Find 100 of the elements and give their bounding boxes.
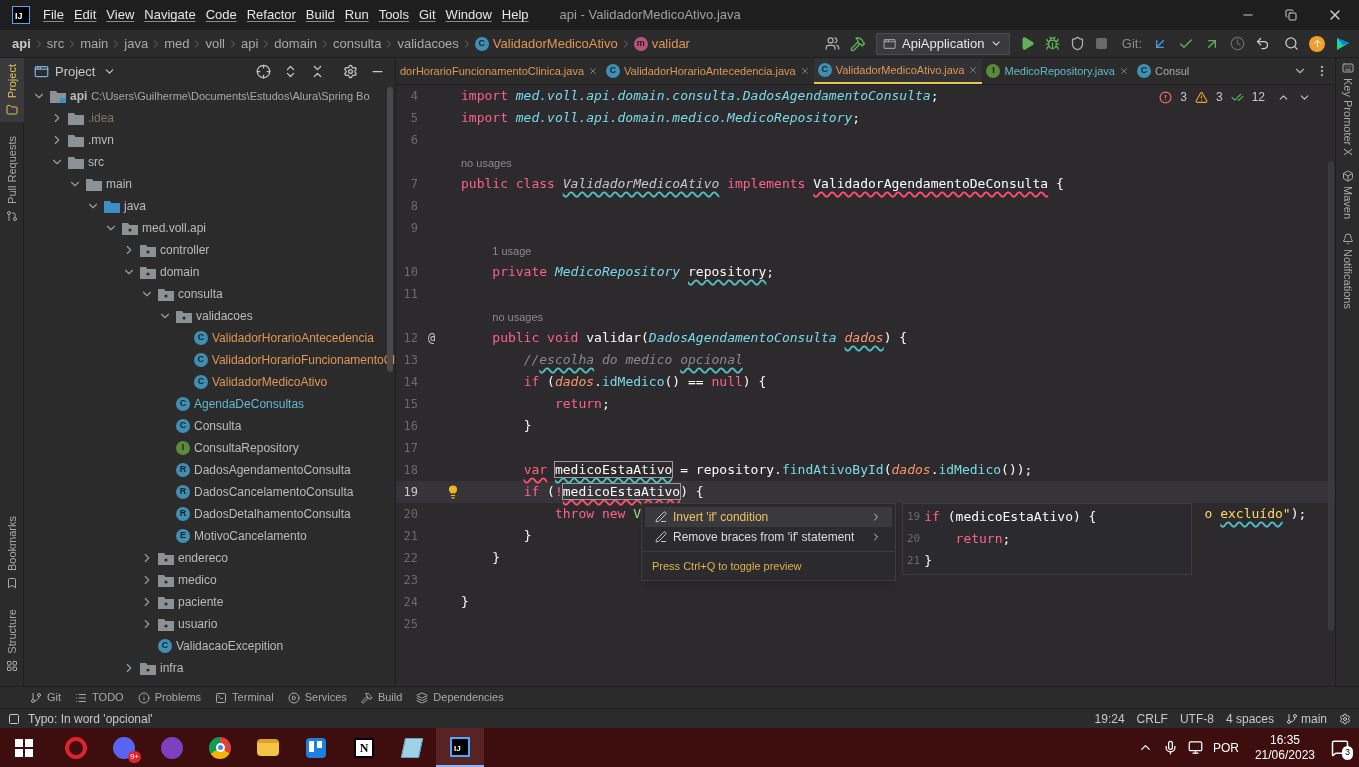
menu-item[interactable]: Refactor xyxy=(241,5,301,25)
microphone-icon[interactable] xyxy=(1162,740,1178,755)
breadcrumb[interactable]: consulta xyxy=(333,33,382,54)
line-separator[interactable]: CRLF xyxy=(1136,709,1168,728)
hammer-icon[interactable] xyxy=(849,35,866,52)
tree-item[interactable]: infra xyxy=(160,659,184,677)
network-icon[interactable] xyxy=(1187,740,1203,755)
tree-item[interactable]: controller xyxy=(160,241,210,259)
tree-item[interactable]: MotivoCancelamento xyxy=(194,527,307,545)
breadcrumb[interactable]: validar xyxy=(651,33,690,54)
menu-item[interactable]: File xyxy=(38,5,69,25)
tree-item[interactable]: .mvn xyxy=(88,131,114,149)
update-available-icon[interactable] xyxy=(1309,35,1325,52)
tree-item[interactable]: usuario xyxy=(178,615,218,633)
tree-item[interactable]: paciente xyxy=(178,593,224,611)
breadcrumb[interactable]: ValidadorMedicoAtivo xyxy=(492,33,618,54)
usage-hint[interactable]: no usages xyxy=(492,308,544,327)
tree-item[interactable]: main xyxy=(106,175,132,193)
tool-window-button[interactable]: TODO xyxy=(75,689,124,706)
editor-tab[interactable]: C ValidadorHorarioAntecedencia.java xyxy=(602,58,814,84)
git-branch[interactable]: main xyxy=(1286,709,1327,728)
menu-item[interactable]: Window xyxy=(440,5,497,25)
tree-item[interactable]: DadosCancelamentoConsulta xyxy=(194,483,354,501)
override-marker[interactable]: @ xyxy=(428,329,436,347)
editor-tab[interactable]: C ValidadorMedicoAtivo.java xyxy=(813,58,983,84)
history-icon[interactable] xyxy=(1230,36,1245,51)
tree-item[interactable]: AgendaDeConsultas xyxy=(194,395,305,413)
menu-item[interactable]: Tools xyxy=(373,5,414,25)
tool-window-button[interactable]: Build xyxy=(360,689,403,706)
editor-tab[interactable]: I MedicoRepository.java xyxy=(982,58,1133,84)
clock-date[interactable]: 21/06/2023 xyxy=(1254,747,1315,763)
menu-item[interactable]: Navigate xyxy=(139,5,201,25)
tool-window-button[interactable]: Git xyxy=(30,689,62,706)
tree-item[interactable]: ConsultaRepository xyxy=(194,439,299,457)
notification-center-icon[interactable] xyxy=(1331,738,1349,757)
scrollbar[interactable] xyxy=(1328,161,1334,631)
rollback-icon[interactable] xyxy=(1255,36,1270,51)
tree-item[interactable]: java xyxy=(124,197,146,215)
tool-window-button[interactable]: Notifications xyxy=(1339,232,1356,309)
settings-icon[interactable] xyxy=(343,64,358,79)
tool-window-button[interactable]: Bookmarks xyxy=(0,510,24,596)
windows-start-icon[interactable] xyxy=(15,738,33,757)
menu-item[interactable]: Remove braces from 'if' statement xyxy=(645,527,892,547)
breadcrumb[interactable]: api xyxy=(12,33,31,54)
editor-tab[interactable]: C Consul xyxy=(1132,58,1194,84)
menu-item[interactable]: Build xyxy=(300,5,340,25)
debug-icon[interactable] xyxy=(1044,36,1060,51)
panel-toggle-icon[interactable] xyxy=(8,712,20,725)
breadcrumb[interactable]: api xyxy=(241,33,259,54)
tool-window-button[interactable]: Pull Requests xyxy=(0,130,24,229)
tree-item[interactable]: DadosAgendamentoConsulta xyxy=(194,461,351,479)
breadcrumb[interactable]: java xyxy=(124,33,149,54)
usage-hint[interactable]: 1 usage xyxy=(492,242,532,261)
tree-item[interactable]: consulta xyxy=(178,285,223,303)
breadcrumb[interactable]: main xyxy=(80,33,109,54)
file-encoding[interactable]: UTF-8 xyxy=(1179,709,1214,728)
tool-window-button[interactable]: Dependencies xyxy=(416,689,504,706)
lightbulb-icon[interactable] xyxy=(446,485,460,499)
breadcrumb[interactable]: validacoes xyxy=(397,33,459,54)
tree-item[interactable]: validacoes xyxy=(196,307,253,325)
search-icon[interactable] xyxy=(1284,36,1299,51)
menu-item[interactable]: Invert 'if' condition xyxy=(645,507,892,527)
run-configuration-dropdown[interactable]: ApiApplication xyxy=(875,32,1010,55)
menu-item[interactable]: View xyxy=(101,5,140,25)
tree-item[interactable]: med.voll.api xyxy=(142,219,207,237)
settings-icon[interactable] xyxy=(1339,712,1351,725)
stop-icon[interactable] xyxy=(1094,37,1108,50)
tree-item[interactable]: ValidadorMedicoAtivo xyxy=(212,373,328,391)
users-icon[interactable] xyxy=(824,36,840,51)
plugin-logo-icon[interactable] xyxy=(1335,35,1351,52)
clock-time[interactable]: 16:35 xyxy=(1269,732,1300,748)
menu-item[interactable]: Run xyxy=(339,5,374,25)
menu-item[interactable]: Git xyxy=(414,5,441,25)
tree-item[interactable]: api xyxy=(70,87,88,105)
indent-setting[interactable]: 4 spaces xyxy=(1225,709,1274,728)
tree-item[interactable]: domain xyxy=(160,263,200,281)
intellij-taskbar-icon[interactable]: IJ xyxy=(436,728,484,767)
locate-icon[interactable] xyxy=(256,64,271,79)
coverage-icon[interactable] xyxy=(1069,36,1085,51)
tree-item[interactable]: ValidadorHorarioFuncionamentoCl xyxy=(211,351,395,369)
tree-item[interactable]: endereco xyxy=(178,549,229,567)
breadcrumb[interactable]: domain xyxy=(274,33,317,54)
menu-item[interactable]: Code xyxy=(200,5,242,25)
menu-item[interactable]: Help xyxy=(496,5,534,25)
tool-window-button[interactable]: Problems xyxy=(137,689,202,706)
tool-window-button[interactable]: Structure xyxy=(0,603,24,678)
tool-window-button[interactable]: Terminal xyxy=(215,689,274,706)
breadcrumb[interactable]: voll xyxy=(205,33,225,54)
tool-window-button[interactable]: Project xyxy=(0,58,24,123)
run-icon[interactable] xyxy=(1019,36,1035,51)
input-language[interactable]: POR xyxy=(1212,738,1239,757)
tree-item[interactable]: Consulta xyxy=(194,417,242,435)
tool-window-button[interactable]: Key Promoter X xyxy=(1339,62,1356,156)
caret-position[interactable]: 19:24 xyxy=(1094,709,1125,728)
breadcrumb[interactable]: src xyxy=(46,33,65,54)
breadcrumb[interactable]: med xyxy=(164,33,190,54)
menu-item[interactable]: Edit xyxy=(68,5,102,25)
usage-hint[interactable]: no usages xyxy=(461,154,512,173)
tree-item[interactable]: src xyxy=(88,153,104,171)
tree-item[interactable]: ValidadorHorarioAntecedencia xyxy=(212,329,374,347)
